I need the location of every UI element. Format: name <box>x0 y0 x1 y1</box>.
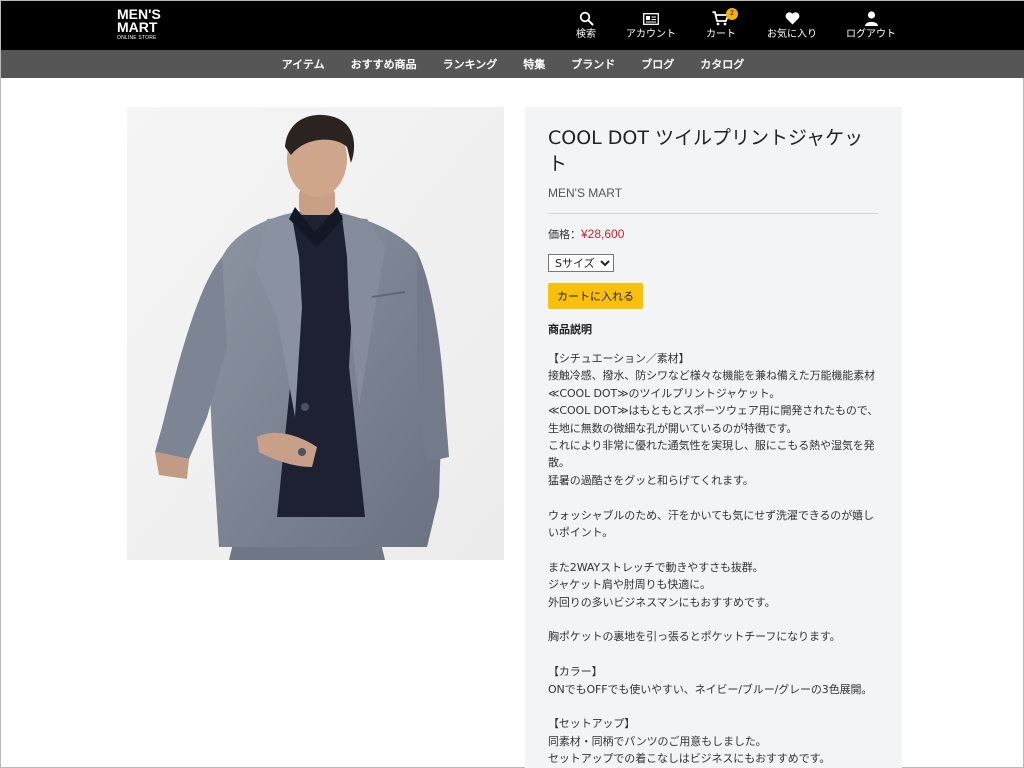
description-line: 猛暑の過酷さをグッと和らげてくれます。 <box>548 473 754 487</box>
description-heading: 商品説明 <box>548 323 592 336</box>
category-nav-item[interactable]: ランキング <box>443 56 498 72</box>
description-line: 胸ポケットの裏地を引っ張るとポケットチーフになります。 <box>548 630 841 644</box>
divider <box>548 213 878 214</box>
description-gap <box>548 698 880 715</box>
description-gap <box>548 646 880 663</box>
nav-account-label: アカウント <box>626 29 676 40</box>
category-nav-item[interactable]: アイテム <box>282 56 325 72</box>
description-line: 【シチュエーション／素材】 <box>548 352 690 365</box>
nav-logout[interactable]: ログアウト <box>843 10 899 42</box>
nav-logout-label: ログアウト <box>846 29 896 40</box>
price-amount: ¥28,600 <box>581 227 625 241</box>
site-logo[interactable]: MEN'S MART ONLINE STORE <box>117 7 177 42</box>
description-line: また2WAYストレッチで動きやすさも抜群。 <box>548 560 764 574</box>
heart-icon <box>785 10 800 27</box>
description-gap <box>548 489 880 506</box>
product-detail-panel: COOL DOT ツイルプリントジャケット MEN'S MART 価格：¥28,… <box>525 107 902 768</box>
nav-favorites-label: お気に入り <box>767 29 817 40</box>
description-gap <box>548 541 880 558</box>
logo-line-3: ONLINE STORE <box>117 35 157 41</box>
category-nav-item[interactable]: カタログ <box>700 56 744 72</box>
nav-search-label: 検索 <box>576 29 596 40</box>
product-price: 価格：¥28,600 <box>548 226 879 242</box>
product-description: 【シチュエーション／素材】 接触冷感、撥水、防シワなど様々な機能を兼ね備えた万能… <box>548 350 880 768</box>
product-photo <box>127 107 504 560</box>
top-header: MEN'S MART ONLINE STORE 検索 アカウント 2 カート お… <box>1 1 1024 50</box>
product-title: COOL DOT ツイルプリントジャケット <box>548 127 864 175</box>
description-line: 外回りの多いビジネスマンにもおすすめです。 <box>548 595 776 609</box>
description-line: ウォッシャブルのため、汗をかいても気にせず洗濯できるのが嬉しいポイント。 <box>548 508 874 540</box>
category-nav-item[interactable]: 特集 <box>523 56 545 72</box>
nav-cart[interactable]: 2 カート <box>703 8 739 42</box>
category-nav-item[interactable]: ブランド <box>571 56 615 72</box>
nav-account[interactable]: アカウント <box>623 10 679 42</box>
logo-line-2: MART <box>117 19 158 35</box>
add-to-cart-button[interactable]: カートに入れる <box>548 283 643 309</box>
description-line: これにより非常に優れた通気性を実現し、服にこもる熱や湿気を発散。 <box>548 439 875 470</box>
description-line: 【カラー】 <box>548 665 603 679</box>
category-nav-item[interactable]: ブログ <box>641 56 674 72</box>
description-line: ONでもOFFでも使いやすい、ネイビー/ブルー/グレーの3色展開。 <box>548 682 873 696</box>
cart-icon: 2 <box>712 8 738 27</box>
product-photo-illustration <box>127 107 504 560</box>
description-line: 同素材・同柄でパンツのご用意もしました。 <box>548 734 767 748</box>
size-select[interactable]: Sサイズ <box>548 254 614 272</box>
price-label: 価格： <box>548 228 581 241</box>
search-icon <box>579 10 594 27</box>
category-nav: アイテム おすすめ商品 ランキング 特集 ブランド ブログ カタログ <box>1 50 1024 78</box>
description-line: ≪COOL DOT≫はもともとスポーツウェア用に開発されたもので、生地に無数の微… <box>548 404 879 435</box>
description-line: 接触冷感、撥水、防シワなど様々な機能を兼ね備えた万能機能素材≪COOL DOT≫… <box>548 369 875 400</box>
user-icon <box>864 10 878 27</box>
product-brand[interactable]: MEN'S MART <box>548 186 879 200</box>
description-line: ジャケット肩や肘周りも快適に。 <box>548 578 711 592</box>
account-card-icon <box>643 10 659 27</box>
nav-cart-label: カート <box>706 29 736 40</box>
description-gap <box>548 611 880 628</box>
cart-count-badge: 2 <box>726 8 738 20</box>
nav-search[interactable]: 検索 <box>573 10 599 42</box>
description-line: セットアップでの着こなしはビジネスにもおすすめです。 <box>548 752 831 766</box>
description-line: 【セットアップ】 <box>548 717 636 731</box>
nav-favorites[interactable]: お気に入り <box>764 10 820 42</box>
category-nav-item[interactable]: おすすめ商品 <box>351 56 417 72</box>
